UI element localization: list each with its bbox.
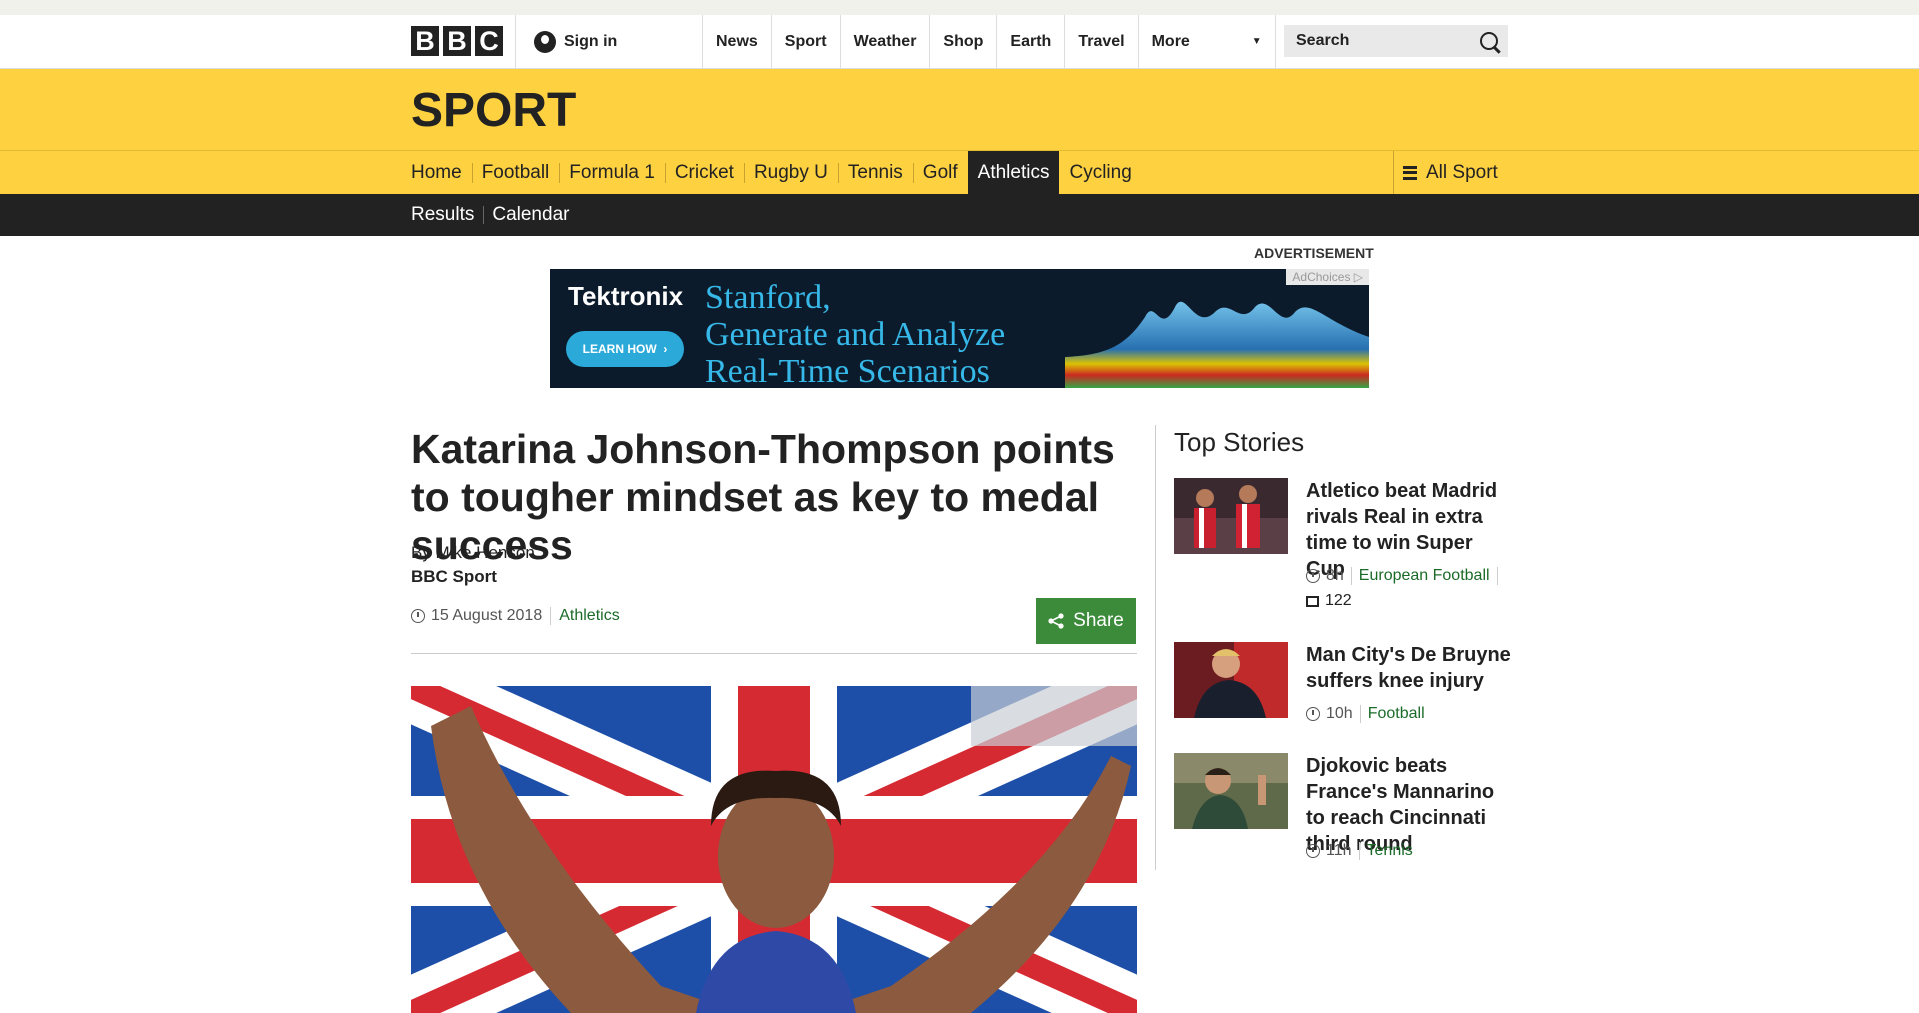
story-time: 11h <box>1326 842 1352 859</box>
author: By Mike Henson <box>411 543 535 562</box>
clock-icon <box>1306 707 1320 721</box>
bbc-logo[interactable]: B B C <box>411 26 503 56</box>
story-thumbnail[interactable] <box>1174 753 1288 829</box>
sport-nav-tennis[interactable]: Tennis <box>837 151 913 194</box>
logo-letter: C <box>475 26 503 56</box>
comment-count: 122 <box>1325 592 1352 609</box>
ad-learn-how-button[interactable]: LEARN HOW › <box>566 331 684 367</box>
story-thumbnail[interactable] <box>1174 642 1288 718</box>
story-thumbnail[interactable] <box>1174 478 1288 554</box>
top-story-item[interactable]: Man City's De Bruyne suffers knee injury… <box>1174 642 1511 732</box>
sport-masthead: SPORT <box>0 69 1919 150</box>
advertisement-label: ADVERTISEMENT <box>1254 245 1374 261</box>
subnav-results[interactable]: Results <box>411 204 483 226</box>
sport-nav-rugby-union[interactable]: Rugby U <box>743 151 838 194</box>
comments-link[interactable]: 122 <box>1306 592 1511 610</box>
divider <box>411 653 1137 654</box>
global-nav-shop[interactable]: Shop <box>929 15 996 68</box>
de-bruyne-photo <box>1174 642 1288 718</box>
story-time: 10h <box>1326 705 1353 722</box>
sport-nav-cricket[interactable]: Cricket <box>664 151 744 194</box>
sport-nav-formula-1[interactable]: Formula 1 <box>559 151 665 194</box>
sport-nav-golf[interactable]: Golf <box>912 151 968 194</box>
sport-nav-athletics[interactable]: Athletics <box>967 151 1060 194</box>
clock-icon <box>411 609 425 623</box>
story-topic-link[interactable]: Tennis <box>1367 842 1413 860</box>
story-topic-link[interactable]: European Football <box>1359 567 1490 585</box>
story-meta: 11h Tennis <box>1306 842 1511 860</box>
story-meta: 8h European Football 122 <box>1306 567 1511 610</box>
hero-image <box>411 686 1137 1013</box>
top-story-item[interactable]: Djokovic beats France's Mannarino to rea… <box>1174 753 1508 868</box>
person-icon <box>534 30 556 53</box>
sport-nav-home[interactable]: Home <box>411 151 472 194</box>
sport-nav: Home Football Formula 1 Cricket Rugby U … <box>0 150 1919 194</box>
section-title[interactable]: SPORT <box>411 83 576 138</box>
sign-in-label: Sign in <box>564 32 618 50</box>
advertisement-banner[interactable]: Tektronix LEARN HOW › Stanford, Generate… <box>550 269 1369 388</box>
story-meta: 10h Football <box>1306 705 1511 723</box>
global-header: B B C Sign in News Sport Weather Shop Ea… <box>0 15 1919 69</box>
union-flag-athlete-photo <box>411 686 1137 1013</box>
ad-copy-line: Stanford, <box>705 279 831 316</box>
global-nav-news[interactable]: News <box>702 15 771 68</box>
share-button[interactable]: Share <box>1036 598 1136 644</box>
ad-cta-label: LEARN HOW <box>582 342 657 356</box>
logo-letter: B <box>411 26 439 56</box>
clock-icon <box>1306 844 1320 858</box>
global-nav-earth[interactable]: Earth <box>996 15 1064 68</box>
ad-copy: Stanford, Generate and Analyze Real-Time… <box>705 279 1005 388</box>
ad-copy-line: Real-Time Scenarios <box>705 353 990 388</box>
search-box <box>1284 25 1508 57</box>
search-icon[interactable] <box>1480 32 1498 50</box>
all-sport-label: All Sport <box>1426 161 1498 183</box>
story-time: 8h <box>1326 567 1344 584</box>
sport-nav-football[interactable]: Football <box>471 151 560 194</box>
article-topic-link[interactable]: Athletics <box>559 607 619 625</box>
sign-in-link[interactable]: Sign in <box>515 15 703 68</box>
ad-brand: Tektronix <box>568 281 684 311</box>
top-stories-title: Top Stories <box>1174 427 1305 457</box>
caret-down-icon: ▼ <box>1251 36 1262 47</box>
story-topic-link[interactable]: Football <box>1368 705 1425 723</box>
adchoices-label: AdChoices <box>1292 270 1351 284</box>
djokovic-photo <box>1174 753 1288 829</box>
global-nav-weather[interactable]: Weather <box>839 15 930 68</box>
share-label: Share <box>1073 610 1124 631</box>
subnav-calendar[interactable]: Calendar <box>483 204 578 226</box>
ad-copy-line: Generate and Analyze <box>705 316 1006 353</box>
global-nav-travel[interactable]: Travel <box>1064 15 1137 68</box>
clock-icon <box>1306 569 1320 583</box>
more-label: More <box>1151 32 1190 50</box>
article-meta: 15 August 2018 Athletics <box>411 607 620 625</box>
spectrum-graphic <box>1065 301 1369 388</box>
athletics-subnav: Results Calendar <box>0 194 1919 236</box>
all-sport-menu[interactable]: All Sport <box>1393 151 1508 194</box>
global-nav: News Sport Weather Shop Earth Travel Mor… <box>702 15 1276 68</box>
article-date: 15 August 2018 <box>431 607 543 624</box>
sport-nav-cycling[interactable]: Cycling <box>1059 151 1141 194</box>
football-players-photo <box>1174 478 1288 554</box>
logo-letter: B <box>443 26 471 56</box>
global-nav-more[interactable]: More ▼ <box>1137 15 1276 68</box>
adchoices-link[interactable]: AdChoices ▷ <box>1286 269 1369 285</box>
global-nav-sport[interactable]: Sport <box>770 15 840 68</box>
byline-organisation: BBC Sport <box>411 567 497 586</box>
byline: By Mike Henson BBC Sport <box>411 541 535 589</box>
comment-icon <box>1306 595 1319 607</box>
share-icon <box>1048 613 1064 629</box>
search-input[interactable] <box>1294 31 1468 51</box>
top-story-item[interactable]: Atletico beat Madrid rivals Real in extr… <box>1174 478 1508 618</box>
story-headline[interactable]: Man City's De Bruyne suffers knee injury <box>1306 642 1511 694</box>
hamburger-icon <box>1403 165 1417 180</box>
browser-top-strip <box>0 0 1919 15</box>
